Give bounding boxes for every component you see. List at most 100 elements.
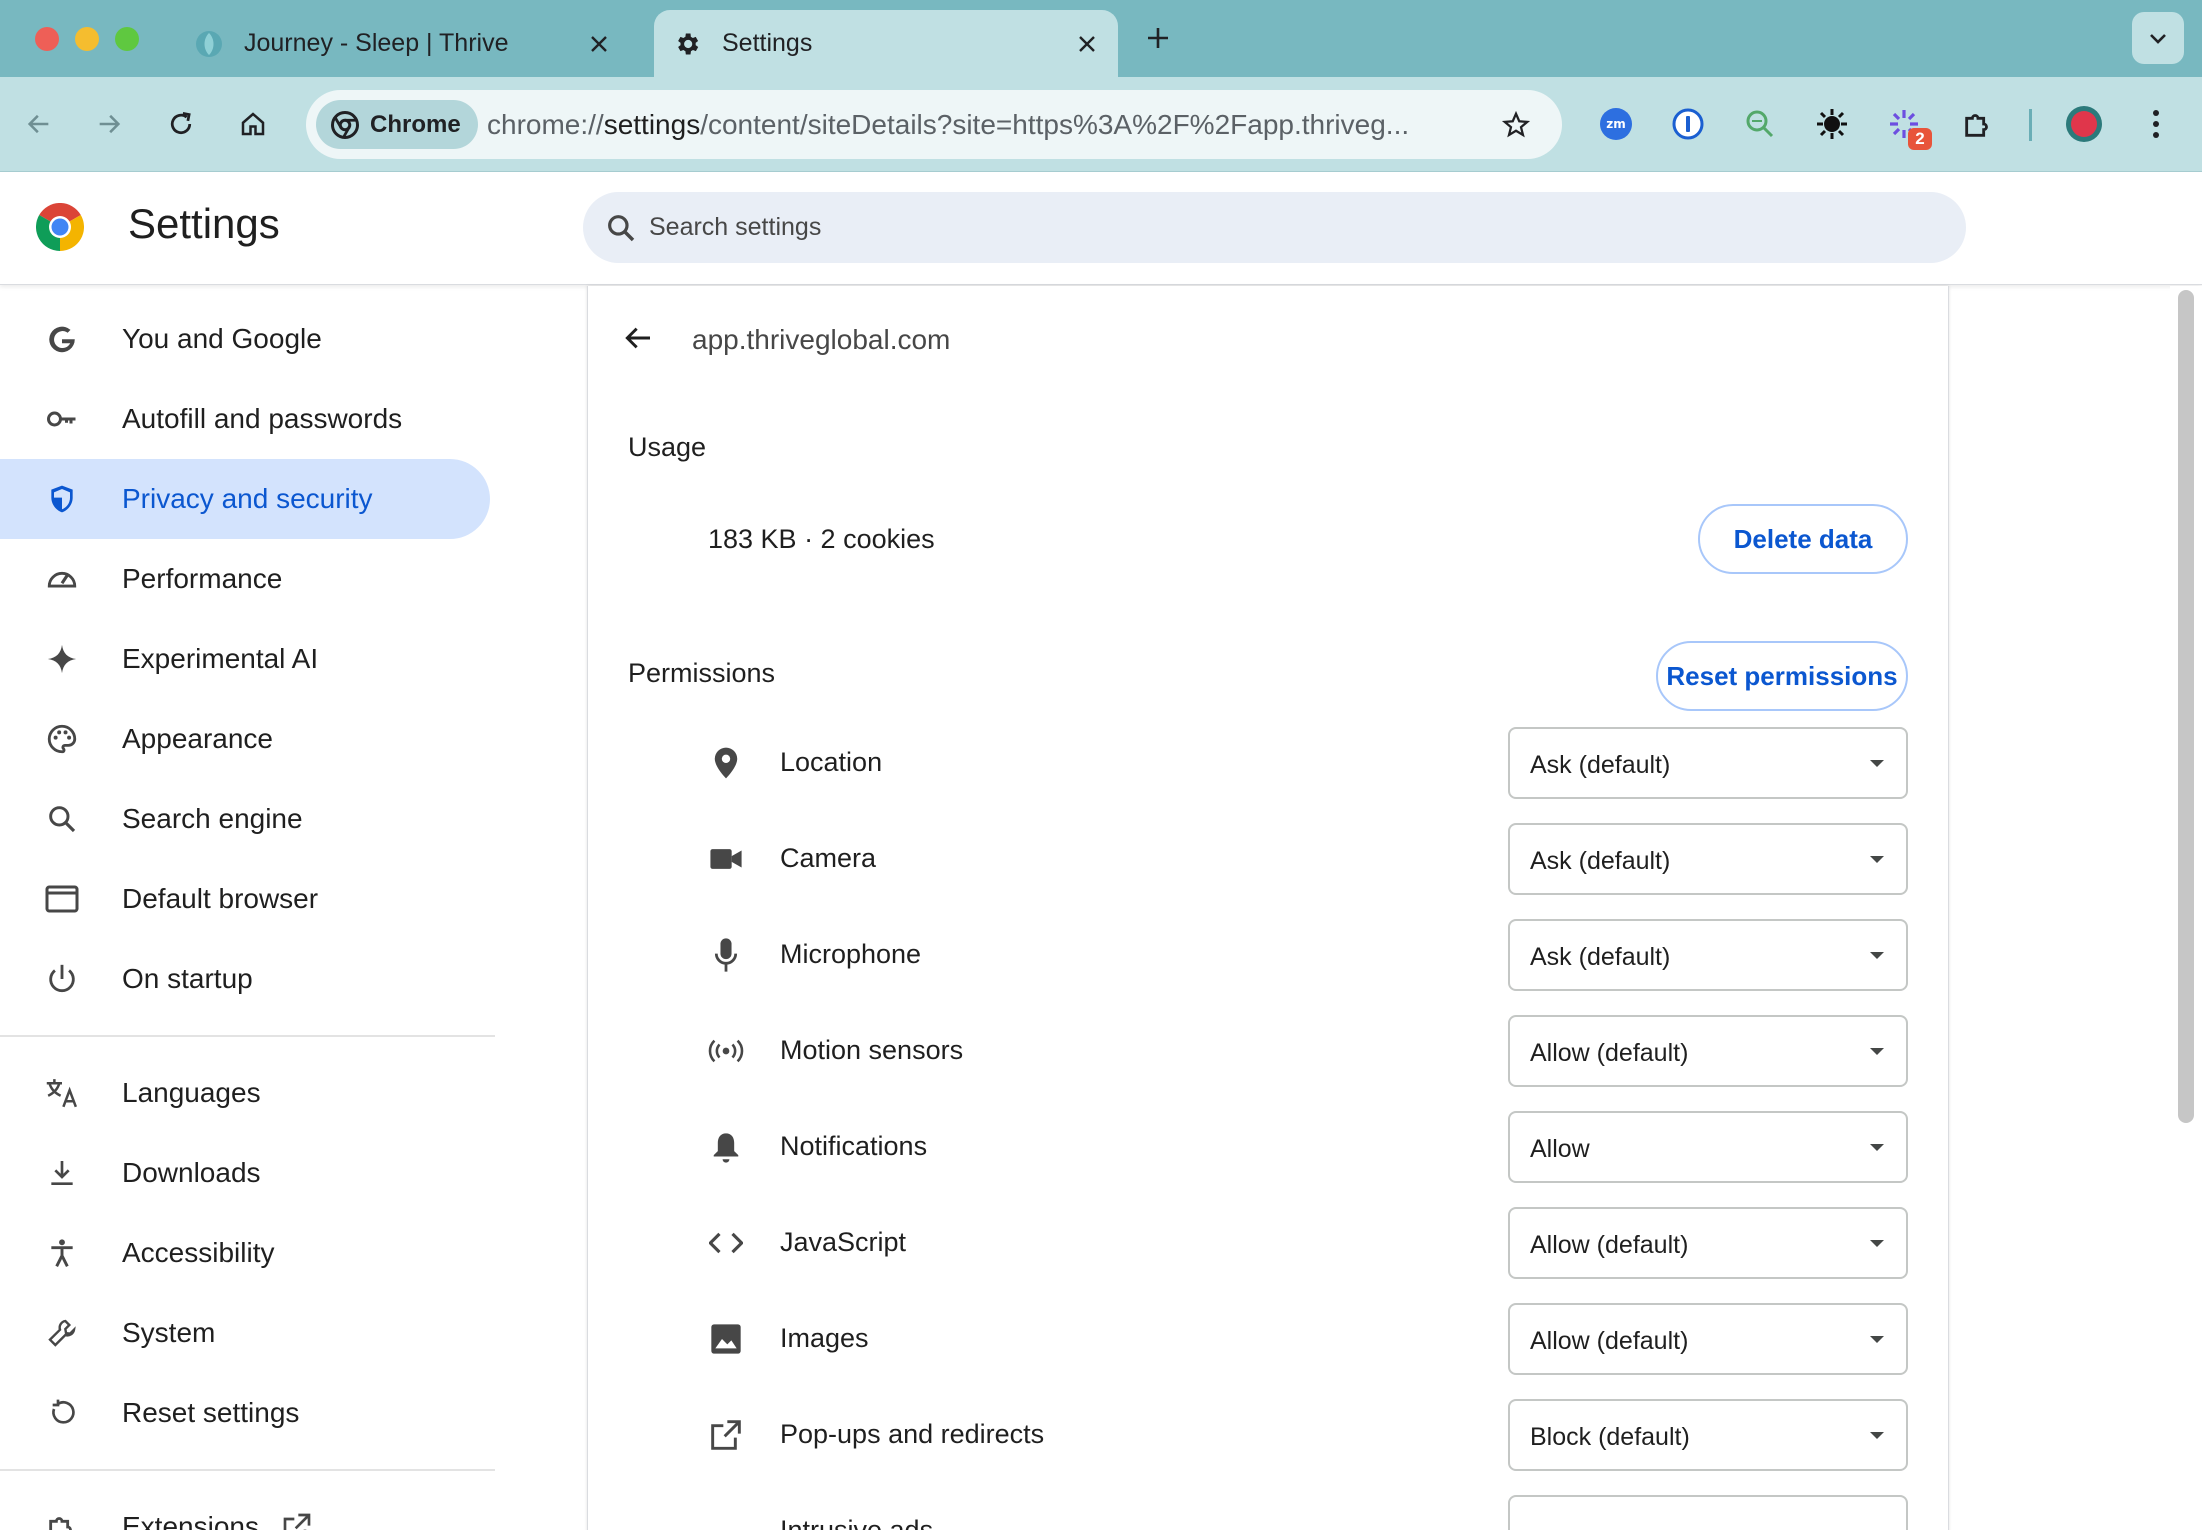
reload-button[interactable]	[156, 99, 206, 149]
microphone-select[interactable]: Ask (default)	[1508, 919, 1908, 991]
select-value: Ask (default)	[1530, 847, 1671, 875]
sidebar-item-system[interactable]: System	[0, 1293, 490, 1373]
permission-label: Pop-ups and redirects	[780, 1419, 1045, 1449]
permission-label: Notifications	[780, 1131, 928, 1161]
sidebar-item-on-startup[interactable]: On startup	[0, 939, 490, 1019]
location-select[interactable]: Ask (default)	[1508, 727, 1908, 799]
sidebar-item-reset-settings[interactable]: Reset settings	[0, 1373, 490, 1453]
sidebar-item-label: Appearance	[122, 723, 274, 754]
sidebar-item-extensions[interactable]: Extensions	[0, 1487, 490, 1530]
reset-permissions-button[interactable]: Reset permissions	[1656, 641, 1908, 711]
permission-row-location: Location Ask (default)	[588, 727, 1950, 799]
popups-select[interactable]: Block (default)	[1508, 1399, 1908, 1471]
sidebar-item-label: On startup	[122, 963, 253, 994]
notifications-select[interactable]: Allow	[1508, 1111, 1908, 1183]
home-icon	[241, 112, 265, 136]
extensions-puzzle-button[interactable]	[1956, 102, 2000, 146]
microphone-icon	[708, 937, 744, 973]
puzzle-icon	[1965, 114, 1988, 137]
sidebar-item-you-and-google[interactable]: You and Google	[0, 299, 490, 379]
sidebar-item-privacy[interactable]: Privacy and security	[0, 459, 490, 539]
scrollbar-thumb[interactable]	[2178, 290, 2194, 1123]
dropdown-caret-icon	[1870, 1144, 1884, 1151]
tab-journey[interactable]: Journey - Sleep | Thrive	[190, 10, 630, 77]
ai-extension-icon[interactable]: 2	[1882, 102, 1932, 150]
javascript-select[interactable]: Allow (default)	[1508, 1207, 1908, 1279]
close-tab-icon[interactable]	[1070, 27, 1104, 61]
sidebar-item-experimental-ai[interactable]: Experimental AI	[0, 619, 490, 699]
sidebar-item-languages[interactable]: Languages	[0, 1053, 490, 1133]
back-button[interactable]	[618, 318, 658, 358]
browser-menu-button[interactable]	[2134, 102, 2178, 146]
select-value: Allow (default)	[1530, 1327, 1689, 1355]
page-scrollbar[interactable]	[2170, 286, 2202, 1530]
bookmark-star-button[interactable]	[1496, 105, 1536, 145]
sidebar-item-label: Privacy and security	[122, 483, 373, 514]
sunburst-extension-icon[interactable]	[1810, 102, 1854, 146]
tab-strip: Journey - Sleep | Thrive Settings	[0, 0, 2202, 77]
sidebar-item-accessibility[interactable]: Accessibility	[0, 1213, 490, 1293]
camera-select[interactable]: Ask (default)	[1508, 823, 1908, 895]
shield-icon	[44, 481, 80, 517]
sidebar-divider	[0, 1469, 495, 1471]
profile-avatar[interactable]	[2062, 102, 2106, 146]
sparkle-icon	[44, 641, 80, 677]
permissions-heading: Permissions	[628, 658, 776, 688]
motion-sensors-icon	[708, 1033, 744, 1069]
url-scheme: chrome://	[487, 108, 604, 140]
images-select[interactable]: Allow (default)	[1508, 1303, 1908, 1375]
image-icon	[708, 1321, 744, 1357]
address-bar[interactable]: Chrome chrome://settings/content/siteDet…	[306, 90, 1562, 159]
search-input[interactable]	[649, 192, 1929, 263]
motion-sensors-select[interactable]: Allow (default)	[1508, 1015, 1908, 1087]
window-close-button[interactable]	[35, 27, 59, 51]
sidebar-item-search-engine[interactable]: Search engine	[0, 779, 490, 859]
permission-row-popups: Pop-ups and redirects Block (default)	[588, 1399, 1950, 1471]
search-icon	[44, 801, 80, 837]
site-name: app.thriveglobal.com	[692, 324, 951, 355]
back-button[interactable]	[14, 99, 64, 149]
sidebar-item-default-browser[interactable]: Default browser	[0, 859, 490, 939]
permission-label: Camera	[780, 843, 877, 873]
browser-window-icon	[44, 881, 80, 917]
external-link-icon	[281, 1511, 313, 1530]
sidebar-item-label: You and Google	[122, 323, 322, 354]
site-details-card: app.thriveglobal.com Usage 183 KB · 2 co…	[587, 286, 1949, 1530]
search-extension-icon[interactable]	[1738, 102, 1782, 146]
url-host: settings	[603, 108, 701, 140]
url-path: /content/siteDetails?site=https%3A%2F%2F…	[700, 108, 1410, 140]
dropdown-caret-icon	[1870, 760, 1884, 767]
tab-search-button[interactable]	[2132, 12, 2184, 64]
location-pin-icon	[708, 745, 744, 781]
new-tab-button[interactable]	[1138, 18, 1178, 58]
dropdown-caret-icon	[1870, 856, 1884, 863]
sidebar-item-label: Languages	[122, 1077, 261, 1108]
chrome-chip[interactable]: Chrome	[316, 100, 478, 149]
intrusive-ads-select[interactable]	[1508, 1495, 1908, 1530]
svg-text:zm: zm	[1606, 117, 1626, 131]
zoom-extension-icon[interactable]: zm	[1594, 102, 1638, 146]
close-tab-icon[interactable]	[582, 27, 616, 61]
plus-icon	[1148, 28, 1168, 48]
permission-row-motion-sensors: Motion sensors Allow (default)	[588, 1015, 1950, 1087]
window-minimize-button[interactable]	[75, 27, 99, 51]
delete-data-button[interactable]: Delete data	[1698, 504, 1908, 574]
sidebar-item-appearance[interactable]: Appearance	[0, 699, 490, 779]
sidebar-item-autofill[interactable]: Autofill and passwords	[0, 379, 490, 459]
window-zoom-button[interactable]	[115, 27, 139, 51]
sidebar-item-downloads[interactable]: Downloads	[0, 1133, 490, 1213]
wrench-icon	[44, 1315, 80, 1351]
star-icon	[1501, 110, 1531, 138]
forward-button[interactable]	[84, 99, 134, 149]
settings-search[interactable]	[583, 192, 1966, 263]
sidebar-item-label: Experimental AI	[122, 643, 319, 674]
browser-toolbar: Chrome chrome://settings/content/siteDet…	[0, 77, 2202, 172]
home-button[interactable]	[228, 99, 278, 149]
password-manager-extension-icon[interactable]	[1666, 102, 1710, 146]
select-value: Ask (default)	[1530, 943, 1671, 971]
arrow-left-icon	[625, 327, 650, 349]
url-text[interactable]: chrome://settings/content/siteDetails?si…	[487, 90, 1487, 159]
tab-settings[interactable]: Settings	[654, 10, 1118, 77]
sidebar-item-performance[interactable]: Performance	[0, 539, 490, 619]
page-title: Settings	[128, 200, 280, 247]
